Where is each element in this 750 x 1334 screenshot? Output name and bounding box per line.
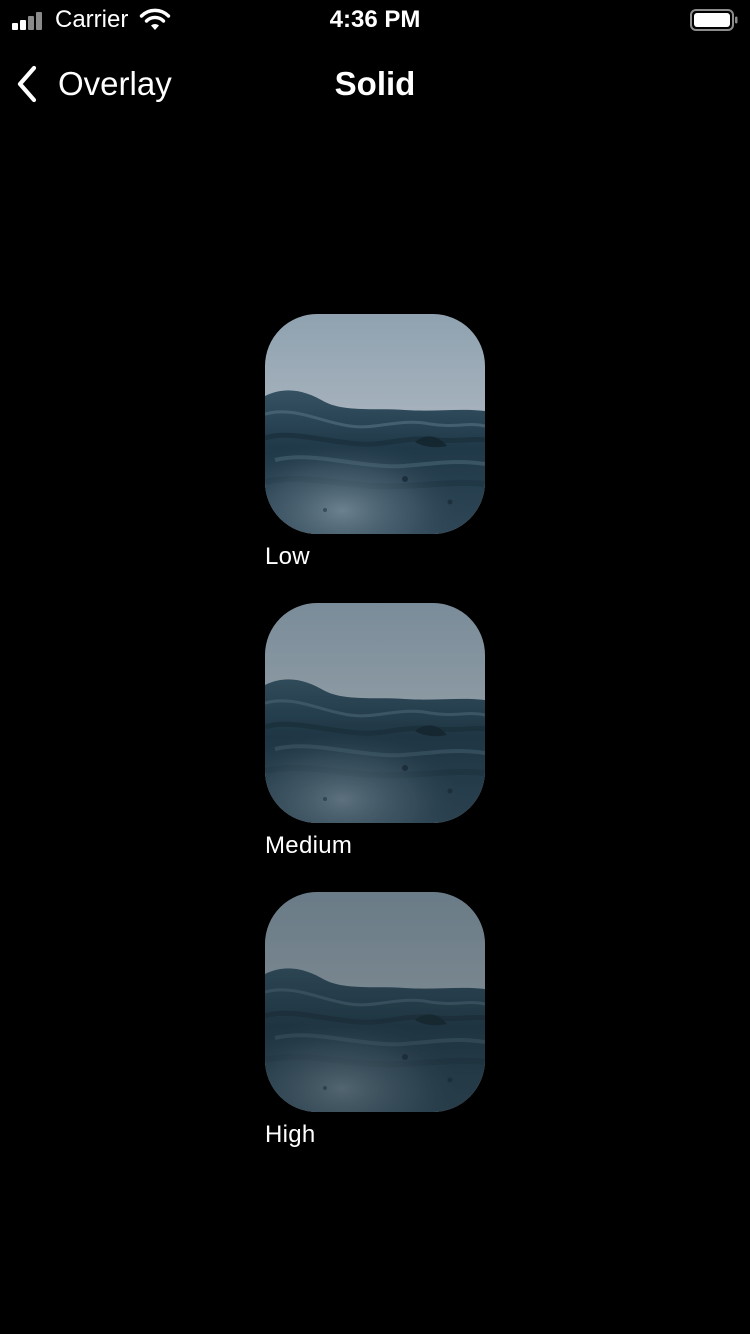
sample-image [265,314,485,534]
page-title: Solid [334,65,416,102]
sample-image [265,603,485,823]
sample-label: Medium [265,832,353,859]
blur-sample-medium: Medium [265,603,485,861]
battery-full-icon [690,9,738,31]
blur-sample-high: High [265,892,485,1150]
blur-sample-low: Low [265,314,485,572]
status-time: 4:36 PM [329,6,421,33]
sample-image [265,892,485,1112]
sample-label: High [265,1121,316,1148]
status-bar: Carrier 4:36 PM [0,0,750,40]
sample-label: Low [265,543,310,570]
navigation-bar: Overlay Solid [0,40,750,128]
